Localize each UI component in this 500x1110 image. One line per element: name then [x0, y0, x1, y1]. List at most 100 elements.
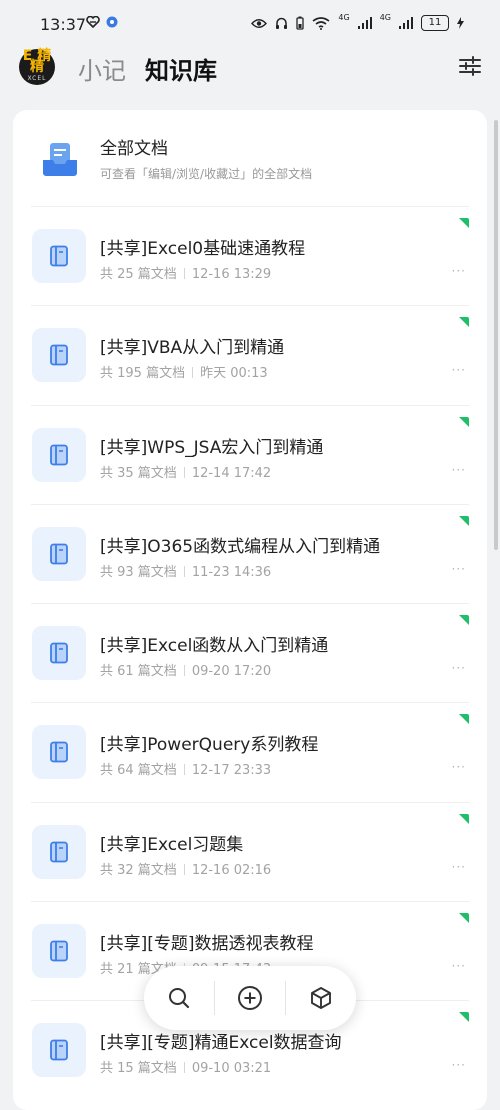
meta-divider: [183, 466, 185, 478]
book-icon: [50, 344, 68, 366]
book-icon: [50, 642, 68, 664]
tab-notes[interactable]: 小记: [78, 51, 126, 86]
document-title: [共享][专题]数据透视表教程: [100, 934, 314, 955]
filter-settings-button[interactable]: [456, 52, 484, 80]
shared-tag-icon: [459, 813, 469, 824]
document-title: [共享]Excel函数从入门到精通: [100, 636, 329, 657]
document-title: [共享]Excel0基础速通教程: [100, 239, 306, 259]
knowledge-base-item[interactable]: [共享]Excel0基础速通教程 共 25 篇文档 12-16 13:29 ···: [13, 206, 487, 305]
battery-level: 11: [421, 15, 449, 31]
search-icon: [169, 988, 190, 1009]
cube-icon: [311, 987, 331, 1009]
add-button[interactable]: [215, 966, 285, 1030]
book-icon: [50, 245, 68, 267]
logo-text-bottom: XCEL: [27, 74, 47, 82]
meta-divider: [183, 863, 185, 875]
network-type-label-1: 4G: [338, 13, 350, 22]
document-count: 共 61 篇文档: [100, 664, 177, 680]
document-meta: 共 35 篇文档 12-14 17:42: [100, 462, 271, 481]
all-documents-description: 可查看「编辑/浏览/收藏过」的全部文档: [100, 167, 313, 181]
shared-tag-icon: [459, 714, 469, 725]
document-title: [共享][专题]精通Excel数据查询: [100, 1033, 342, 1054]
document-count: 共 93 篇文档: [100, 564, 177, 580]
document-updated-time: 12-17 23:33: [191, 763, 272, 779]
heart-link-icon: [86, 16, 100, 28]
more-options-icon[interactable]: ···: [452, 860, 466, 874]
more-options-icon[interactable]: ···: [452, 959, 466, 973]
meta-divider: [183, 1062, 185, 1074]
shared-tag-icon: [459, 416, 469, 427]
document-updated-time: 11-23 14:36: [191, 564, 272, 580]
meta-divider: [192, 367, 194, 379]
logo-text-top: E 精精: [22, 47, 52, 75]
book-icon: [50, 1039, 68, 1061]
scrollbar[interactable]: [494, 120, 498, 550]
document-updated-time: 12-16 13:29: [191, 267, 272, 282]
document-meta: 共 25 篇文档 12-16 13:29: [100, 263, 271, 282]
app-logo[interactable]: E 精精 XCEL: [19, 49, 55, 85]
book-icon-container: [32, 427, 86, 482]
book-icon-container: [32, 526, 86, 581]
document-title: [共享]WPS_JSA宏入门到精通: [100, 437, 324, 458]
book-icon-container: [32, 229, 86, 283]
explore-button[interactable]: [286, 966, 356, 1030]
document-count: 共 32 篇文档: [100, 862, 177, 878]
book-icon-container: [32, 824, 86, 879]
document-title: [共享]VBA从入门到精通: [100, 338, 285, 359]
document-updated-time: 昨天 00:13: [200, 366, 268, 382]
browser-icon: [106, 16, 118, 28]
more-options-icon[interactable]: ···: [452, 661, 466, 675]
book-icon-container: [32, 1023, 86, 1078]
tab-knowledge-base[interactable]: 知识库: [145, 51, 217, 86]
book-icon: [50, 940, 68, 962]
status-time: 13:37: [40, 15, 87, 34]
wifi-icon: [312, 16, 330, 30]
book-icon-container: [32, 626, 86, 681]
more-options-icon[interactable]: ···: [452, 363, 466, 377]
charging-bolt-icon: [457, 17, 464, 29]
document-count: 共 15 篇文档: [100, 1061, 177, 1077]
all-documents-entry[interactable]: 全部文档 可查看「编辑/浏览/收藏过」的全部文档: [13, 110, 487, 206]
knowledge-base-item[interactable]: [共享]VBA从入门到精通 共 195 篇文档 昨天 00:13 ···: [13, 305, 487, 404]
shared-tag-icon: [459, 913, 469, 924]
knowledge-base-item[interactable]: [共享]WPS_JSA宏入门到精通 共 35 篇文档 12-14 17:42 ··…: [13, 404, 487, 504]
document-title: [共享]PowerQuery系列教程: [100, 735, 319, 756]
inbox-docs-icon: [43, 143, 77, 176]
more-options-icon[interactable]: ···: [452, 264, 466, 278]
knowledge-base-item[interactable]: [共享]PowerQuery系列教程 共 64 篇文档 12-17 23:33 ·…: [13, 702, 487, 801]
book-icon: [50, 543, 68, 565]
document-title: [共享]Excel习题集: [100, 834, 244, 855]
book-icon-container: [32, 725, 86, 780]
knowledge-base-item[interactable]: [共享]Excel习题集 共 32 篇文档 12-16 02:16 ···: [13, 801, 487, 901]
status-bar: 13:37 4G 4G 11: [0, 0, 500, 50]
knowledge-base-item[interactable]: [共享]O365函数式编程从入门到精通 共 93 篇文档 11-23 14:36 …: [13, 503, 487, 603]
headphones-icon: [276, 17, 288, 29]
app-header: E 精精 XCEL 小记 知识库: [0, 48, 500, 88]
more-options-icon[interactable]: ···: [452, 760, 466, 774]
search-button[interactable]: [144, 966, 214, 1030]
sliders-icon: [459, 56, 481, 76]
knowledge-base-list: 全部文档 可查看「编辑/浏览/收藏过」的全部文档 [共享]Excel0基础速通教…: [13, 110, 487, 1110]
meta-divider: [183, 565, 185, 577]
document-updated-time: 12-14 17:42: [191, 465, 272, 481]
book-icon-container: [32, 328, 86, 383]
book-icon-container: [32, 924, 86, 979]
document-meta: 共 15 篇文档 09-10 03:21: [100, 1057, 271, 1076]
book-icon: [50, 841, 68, 863]
more-options-icon[interactable]: ···: [452, 463, 466, 477]
shared-tag-icon: [459, 218, 469, 228]
meta-divider: [183, 268, 185, 279]
knowledge-base-item[interactable]: [共享]Excel函数从入门到精通 共 61 篇文档 09-20 17:20 ··…: [13, 603, 487, 702]
all-documents-title: 全部文档: [100, 139, 168, 159]
book-icon: [50, 742, 68, 763]
plus-circle-icon: [238, 986, 262, 1010]
eye-icon: [251, 18, 268, 28]
document-count: 共 35 篇文档: [100, 465, 177, 481]
network-type-label-2: 4G: [379, 13, 391, 22]
more-options-icon[interactable]: ···: [452, 1058, 466, 1072]
more-options-icon[interactable]: ···: [452, 562, 466, 576]
signal-icon-2: [399, 17, 413, 29]
shared-tag-icon: [459, 515, 469, 526]
meta-divider: [183, 764, 185, 776]
document-meta: 共 64 篇文档 12-17 23:33: [100, 759, 271, 778]
